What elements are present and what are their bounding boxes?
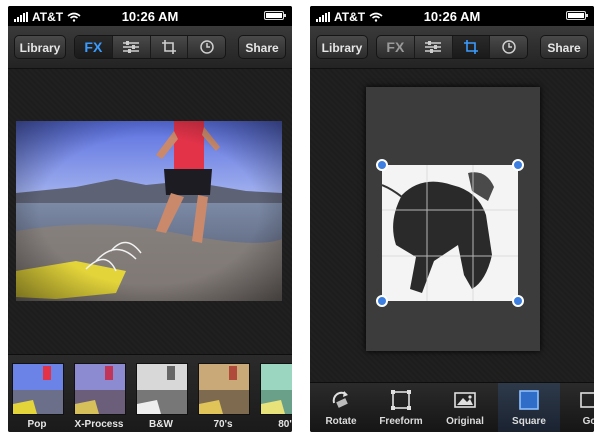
battery-icon bbox=[264, 11, 286, 20]
effect-label: 70's bbox=[213, 419, 233, 430]
crop-icon bbox=[161, 40, 176, 54]
clock-icon bbox=[199, 40, 214, 54]
effect-thumb[interactable] bbox=[12, 363, 64, 415]
status-bar: AT&T 10:26 AM bbox=[8, 6, 292, 26]
adjust-tab[interactable] bbox=[113, 36, 151, 58]
tool-label: Original bbox=[446, 416, 484, 427]
phone-screen-crop: AT&T 10:26 AM Library FX Share Rotate Fr… bbox=[310, 6, 594, 432]
freeform-button[interactable]: Freeform bbox=[370, 383, 432, 432]
adjust-icon bbox=[123, 41, 140, 53]
fx-tab[interactable]: FX bbox=[377, 36, 415, 58]
effect-thumb[interactable] bbox=[74, 363, 126, 415]
effects-strip: Pop X-Process B&W 70's 80' bbox=[8, 354, 292, 432]
tool-segmented-control: FX bbox=[376, 35, 528, 59]
crop-icon bbox=[463, 40, 478, 54]
original-button[interactable]: Original bbox=[434, 383, 496, 432]
crop-tools-bar: Rotate Freeform Original Square Gol bbox=[310, 382, 594, 432]
history-tab[interactable] bbox=[490, 36, 527, 58]
effect-label: X-Process bbox=[74, 419, 124, 430]
phone-screen-fx: AT&T 10:26 AM Library FX Share Pop X-Pro… bbox=[8, 6, 292, 432]
effect-thumb[interactable] bbox=[198, 363, 250, 415]
status-time: 10:26 AM bbox=[121, 9, 179, 24]
battery-icon bbox=[566, 11, 588, 20]
library-button[interactable]: Library bbox=[14, 35, 66, 59]
adjust-tab[interactable] bbox=[415, 36, 453, 58]
beach-photo bbox=[16, 121, 282, 301]
square-button[interactable]: Square bbox=[498, 383, 560, 432]
tool-label: Gol bbox=[582, 416, 594, 427]
original-icon bbox=[454, 392, 476, 408]
fx-tab[interactable]: FX bbox=[75, 36, 113, 58]
share-button[interactable]: Share bbox=[540, 35, 588, 59]
rotate-icon bbox=[332, 391, 348, 408]
crop-handle-bottom-left[interactable] bbox=[376, 295, 388, 307]
effect-thumb[interactable] bbox=[136, 363, 188, 415]
crop-handle-top-left[interactable] bbox=[376, 159, 388, 171]
adjust-icon bbox=[425, 41, 442, 53]
crop-handle-top-right[interactable] bbox=[512, 159, 524, 171]
photo-canvas bbox=[8, 69, 292, 354]
crop-backdrop bbox=[366, 87, 540, 351]
golden-button[interactable]: Gol bbox=[560, 383, 594, 432]
crop-tab[interactable] bbox=[151, 36, 189, 58]
status-time: 10:26 AM bbox=[423, 9, 481, 24]
top-toolbar: Library FX Share bbox=[310, 26, 594, 69]
tool-segmented-control: FX bbox=[74, 35, 226, 59]
square-icon bbox=[519, 390, 539, 410]
tool-label: Freeform bbox=[379, 416, 423, 427]
freeform-icon bbox=[391, 390, 411, 410]
golden-icon bbox=[580, 392, 594, 408]
effect-label: 80' bbox=[278, 419, 292, 430]
clock-icon bbox=[501, 40, 516, 54]
crop-area[interactable] bbox=[382, 165, 518, 301]
effect-thumb[interactable] bbox=[260, 363, 292, 415]
crop-canvas bbox=[310, 69, 594, 382]
crop-tab[interactable] bbox=[452, 36, 491, 58]
top-toolbar: Library FX Share bbox=[8, 26, 292, 69]
share-button[interactable]: Share bbox=[238, 35, 286, 59]
tool-label: Rotate bbox=[325, 416, 357, 427]
rotate-button[interactable]: Rotate bbox=[310, 383, 372, 432]
history-tab[interactable] bbox=[188, 36, 225, 58]
tool-label: Square bbox=[512, 416, 546, 427]
status-bar: AT&T 10:26 AM bbox=[310, 6, 594, 26]
effect-label: Pop bbox=[27, 419, 47, 430]
effect-label: B&W bbox=[149, 419, 173, 430]
library-button[interactable]: Library bbox=[316, 35, 368, 59]
crop-handle-bottom-right[interactable] bbox=[512, 295, 524, 307]
